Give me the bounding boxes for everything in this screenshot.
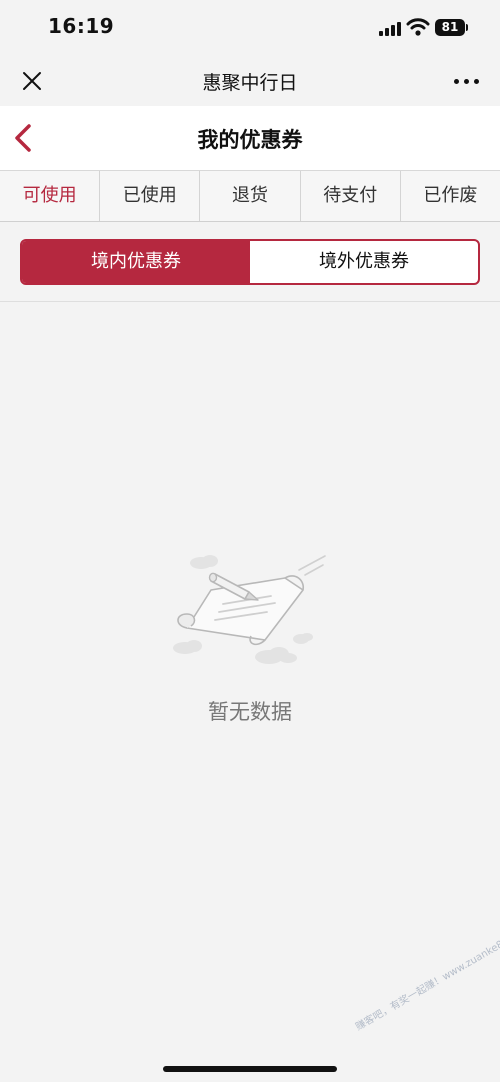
wifi-icon	[406, 18, 430, 36]
tab-returned[interactable]: 退货	[200, 171, 301, 221]
page-header: 我的优惠券	[0, 106, 500, 170]
battery-tip	[466, 24, 468, 31]
segment-overseas-coupons[interactable]: 境外优惠券	[250, 241, 478, 283]
segment-area: 境内优惠券 境外优惠券	[0, 222, 500, 302]
page-title: 我的优惠券	[197, 128, 303, 152]
status-bar: 16:19 81	[0, 0, 500, 56]
status-time: 16:19	[48, 14, 115, 38]
more-options-icon[interactable]	[454, 79, 480, 85]
tab-pending-payment[interactable]: 待支付	[301, 171, 401, 221]
segment-domestic-coupons[interactable]: 境内优惠券	[22, 241, 250, 283]
wechat-nav-bar: 惠聚中行日	[0, 56, 500, 106]
cellular-signal-icon	[379, 22, 403, 36]
battery-icon: 81	[435, 19, 465, 36]
region-segment-control: 境内优惠券 境外优惠券	[20, 239, 480, 285]
empty-scroll-illustration-icon	[173, 555, 326, 664]
tab-available[interactable]: 可使用	[0, 171, 101, 221]
coupon-status-tabs: 可使用 已使用 退货 待支付 已作废	[0, 170, 500, 222]
home-indicator[interactable]	[163, 1066, 337, 1072]
wechat-page-title: 惠聚中行日	[202, 72, 298, 94]
watermark: 赚客吧，有奖一起赚！www.zuanke8.com	[354, 926, 500, 1033]
tab-used[interactable]: 已使用	[100, 171, 201, 221]
tab-voided[interactable]: 已作废	[401, 171, 500, 221]
empty-state-text: 暂无数据	[208, 700, 292, 724]
